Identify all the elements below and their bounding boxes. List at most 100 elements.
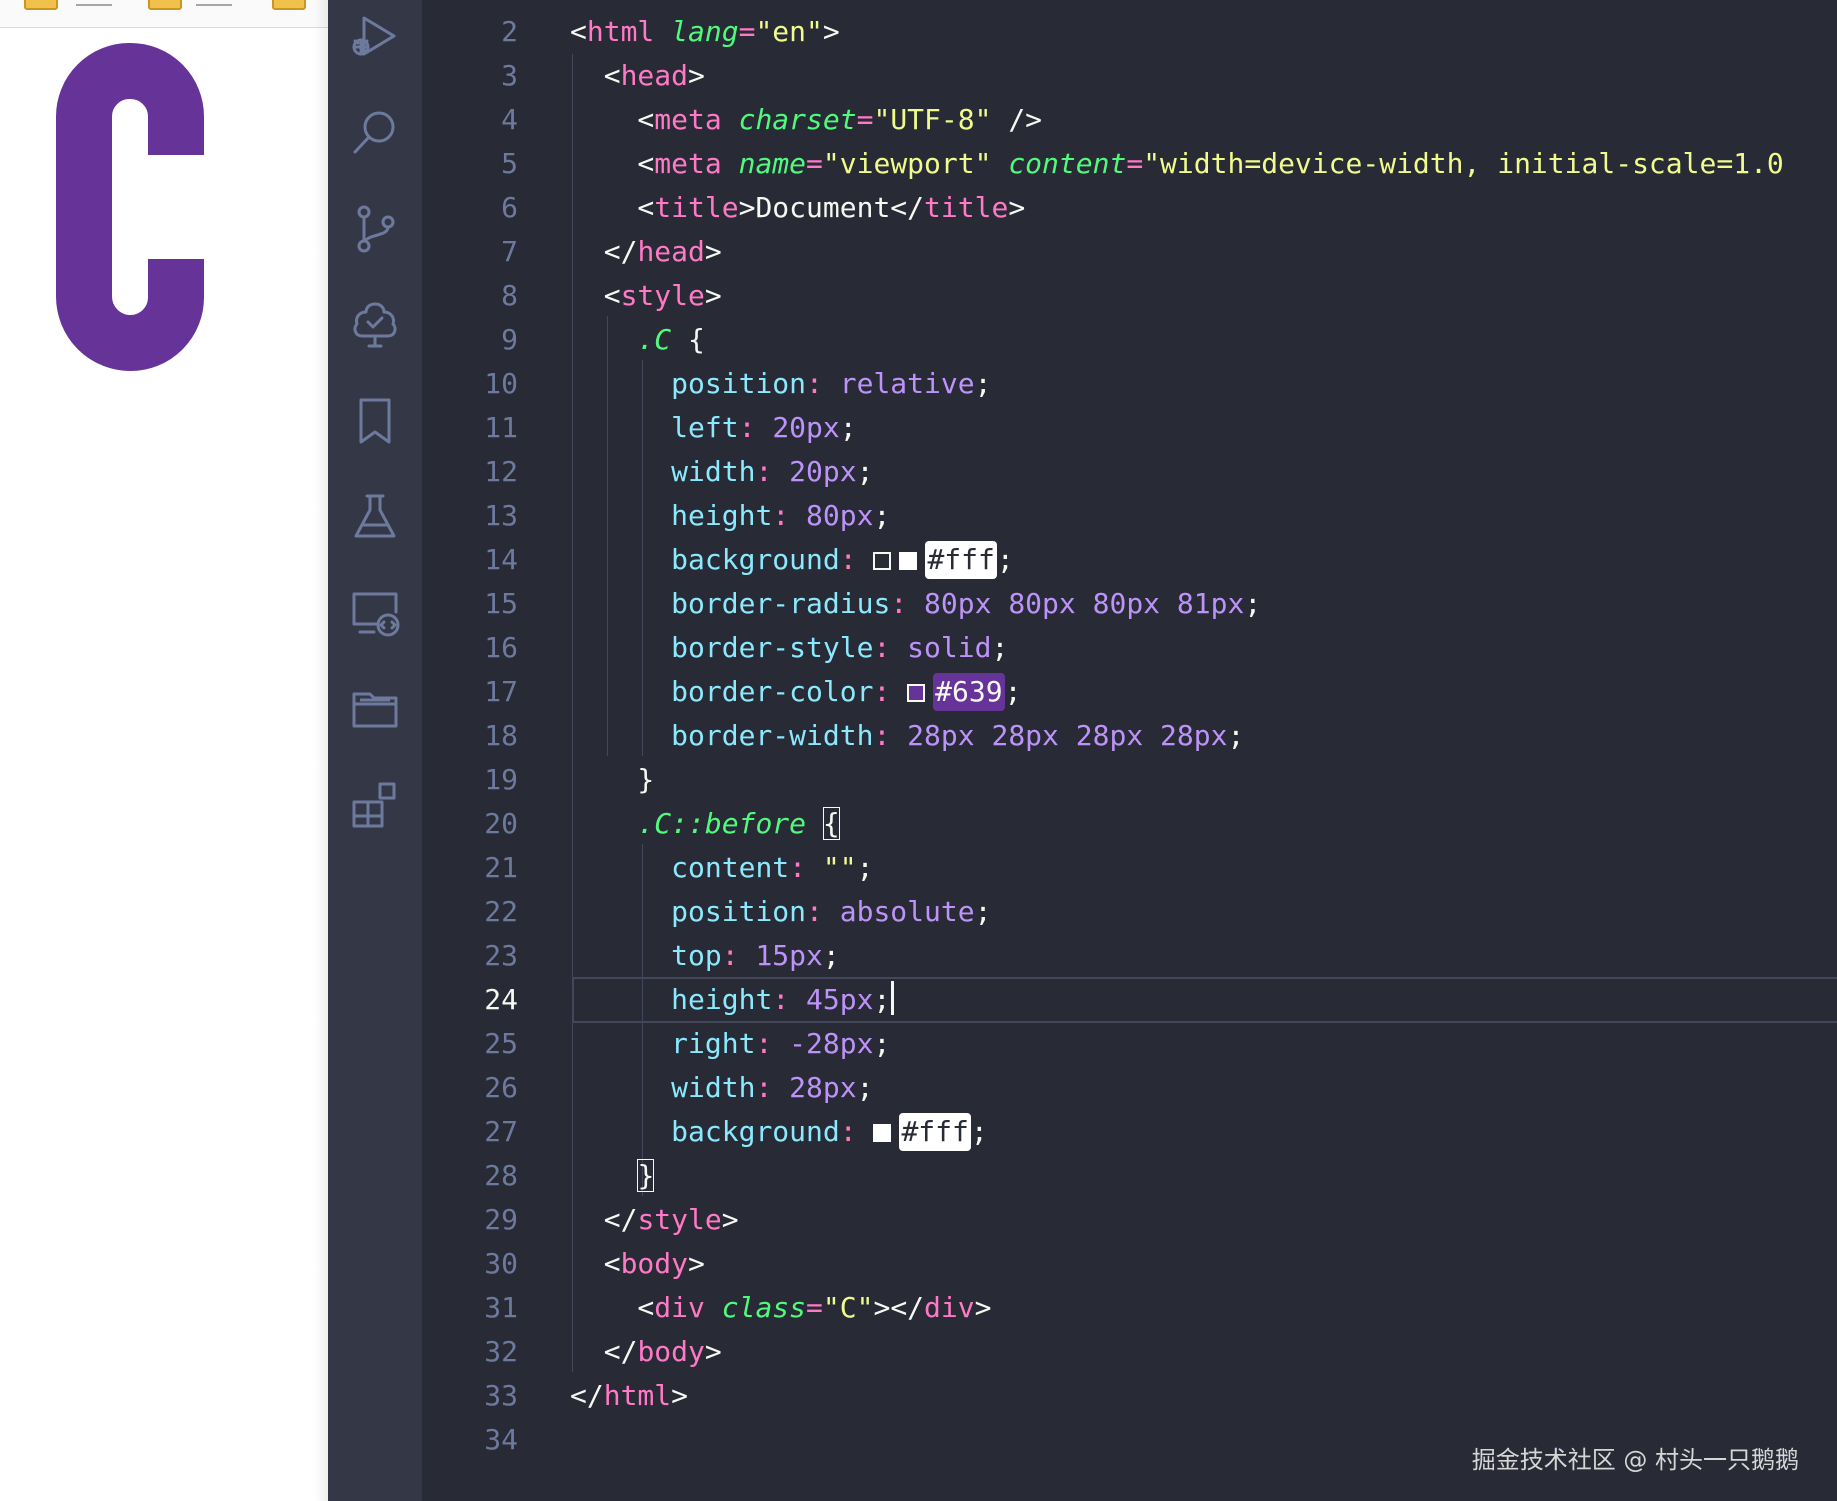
source-control-icon[interactable] — [350, 204, 400, 254]
color-swatch[interactable] — [873, 552, 892, 570]
line-number[interactable]: 29 — [422, 1198, 518, 1242]
line-number[interactable]: 17 — [422, 670, 518, 714]
code-line[interactable]: 28 } — [422, 1154, 1837, 1198]
code-token: ; — [822, 939, 840, 972]
code-line[interactable]: 2 <html lang="en"> — [422, 10, 1837, 54]
code-line[interactable]: 11 left: 20px; — [422, 406, 1837, 450]
code-text: </style> — [570, 1198, 739, 1242]
bookmark-icon[interactable] — [350, 396, 400, 446]
code-line[interactable]: 22 position: absolute; — [422, 890, 1837, 934]
line-number[interactable]: 27 — [422, 1110, 518, 1154]
folder-icon[interactable] — [350, 684, 400, 734]
line-number[interactable]: 13 — [422, 494, 518, 538]
line-number[interactable]: 14 — [422, 538, 518, 582]
code-line[interactable]: 10 position: relative; — [422, 362, 1837, 406]
code-line[interactable]: 26 width: 28px; — [422, 1066, 1837, 1110]
line-number[interactable]: 9 — [422, 318, 518, 362]
code-line[interactable]: 31 <div class="C"></div> — [422, 1286, 1837, 1330]
code-line[interactable]: 21 content: ""; — [422, 846, 1837, 890]
line-number[interactable]: 20 — [422, 802, 518, 846]
code-token: : — [873, 675, 908, 708]
code-token: > — [822, 15, 840, 48]
line-number[interactable]: 10 — [422, 362, 518, 406]
code-token: title — [654, 191, 739, 224]
code-line[interactable]: 19 } — [422, 758, 1837, 802]
line-number[interactable]: 32 — [422, 1330, 518, 1374]
line-number[interactable]: 33 — [422, 1374, 518, 1418]
line-number[interactable]: 15 — [422, 582, 518, 626]
bookmark-folder-icon[interactable] — [272, 0, 306, 10]
search-icon[interactable] — [350, 108, 400, 158]
bookmark-label[interactable] — [76, 0, 112, 6]
run-debug-icon[interactable] — [350, 12, 400, 62]
code-line[interactable]: 6 <title>Document</title> — [422, 186, 1837, 230]
line-number[interactable]: 3 — [422, 54, 518, 98]
line-number[interactable]: 25 — [422, 1022, 518, 1066]
color-swatch[interactable] — [899, 552, 918, 570]
line-number[interactable]: 5 — [422, 142, 518, 186]
code-line[interactable]: 33 </html> — [422, 1374, 1837, 1418]
code-token: < — [570, 1247, 621, 1280]
line-number[interactable]: 26 — [422, 1066, 518, 1110]
line-number[interactable]: 16 — [422, 626, 518, 670]
bookmark-folder-icon[interactable] — [24, 0, 58, 10]
testing-icon[interactable] — [350, 300, 400, 350]
code-line[interactable]: 8 <style> — [422, 274, 1837, 318]
code-token: < — [570, 191, 655, 224]
code-line[interactable]: 30 <body> — [422, 1242, 1837, 1286]
line-number[interactable]: 34 — [422, 1418, 518, 1462]
code-line[interactable]: 5 <meta name="viewport" content="width=d… — [422, 142, 1837, 186]
line-number[interactable]: 28 — [422, 1154, 518, 1198]
extensions-icon[interactable] — [350, 780, 400, 830]
line-number[interactable]: 22 — [422, 890, 518, 934]
code-line[interactable]: 24 height: 45px; — [422, 977, 1837, 1023]
activity-bar — [328, 0, 422, 1501]
line-number[interactable]: 12 — [422, 450, 518, 494]
code-line[interactable]: 12 width: 20px; — [422, 450, 1837, 494]
line-number[interactable]: 18 — [422, 714, 518, 758]
line-number[interactable]: 4 — [422, 98, 518, 142]
code-editor[interactable]: 2 <html lang="en"> 3 <head> 4 <meta charset… — [422, 0, 1837, 1501]
code-line[interactable]: 23 top: 15px; — [422, 934, 1837, 978]
color-swatch[interactable] — [873, 1124, 892, 1142]
code-line[interactable]: 14 background: #fff; — [422, 538, 1837, 582]
color-value-highlight: #fff — [925, 541, 997, 579]
line-number[interactable]: 7 — [422, 230, 518, 274]
bookmark-label[interactable] — [196, 0, 232, 6]
code-line[interactable]: 4 <meta charset="UTF-8" /> — [422, 98, 1837, 142]
line-number[interactable]: 8 — [422, 274, 518, 318]
bookmarks-bar[interactable] — [0, 0, 328, 28]
code-token: : — [873, 631, 908, 664]
line-number[interactable]: 30 — [422, 1242, 518, 1286]
bookmark-folder-icon[interactable] — [148, 0, 182, 10]
code-token: title — [924, 191, 1009, 224]
code-line[interactable]: 17 border-color: #639; — [422, 670, 1837, 714]
line-number[interactable]: 23 — [422, 934, 518, 978]
code-line[interactable]: 32 </body> — [422, 1330, 1837, 1374]
color-swatch[interactable] — [907, 684, 926, 702]
code-line[interactable]: 3 <head> — [422, 54, 1837, 98]
code-line[interactable]: 7 </head> — [422, 230, 1837, 274]
code-line[interactable]: 9 .C { — [422, 318, 1837, 362]
code-line[interactable]: 25 right: -28px; — [422, 1022, 1837, 1066]
code-token: position — [671, 367, 807, 400]
code-line[interactable]: 29 </style> — [422, 1198, 1837, 1242]
flask-icon[interactable] — [350, 492, 400, 542]
code-line[interactable]: 27 background: #fff; — [422, 1110, 1837, 1154]
line-number[interactable]: 19 — [422, 758, 518, 802]
code-token: head — [637, 235, 705, 268]
line-number[interactable]: 2 — [422, 10, 518, 54]
code-line[interactable]: 20 .C::before { — [422, 802, 1837, 846]
code-line[interactable]: 15 border-radius: 80px 80px 80px 81px; — [422, 582, 1837, 626]
line-number[interactable]: 11 — [422, 406, 518, 450]
line-number[interactable]: 21 — [422, 846, 518, 890]
code-line[interactable]: 13 height: 80px; — [422, 494, 1837, 538]
code-line[interactable]: 16 border-style: solid; — [422, 626, 1837, 670]
matching-bracket: { — [822, 807, 840, 840]
line-number[interactable]: 6 — [422, 186, 518, 230]
code-line[interactable]: 18 border-width: 28px 28px 28px 28px; — [422, 714, 1837, 758]
remote-explorer-icon[interactable] — [350, 588, 400, 638]
line-number[interactable]: 31 — [422, 1286, 518, 1330]
line-number[interactable]: 24 — [422, 978, 518, 1022]
